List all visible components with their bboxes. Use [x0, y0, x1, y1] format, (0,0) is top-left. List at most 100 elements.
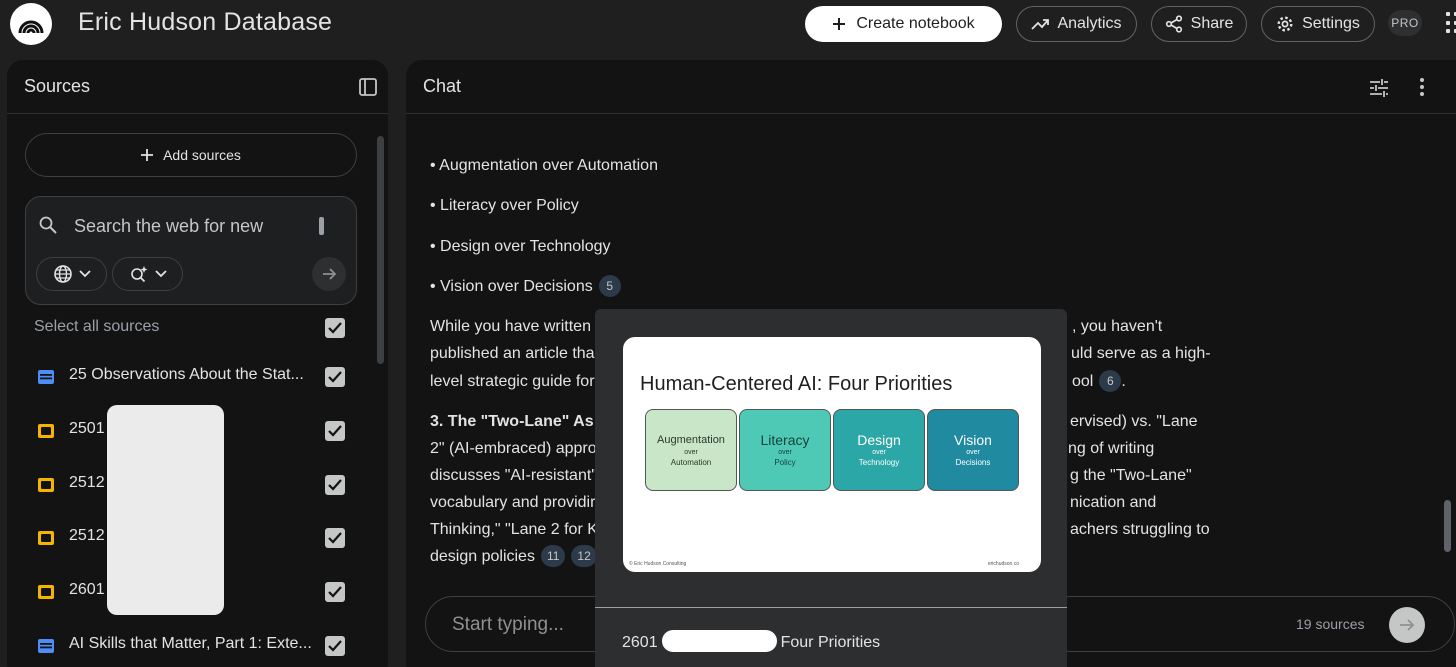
gear-icon [1277, 16, 1293, 32]
card-main-label: Literacy [760, 432, 810, 448]
sources-panel: Sources Add sources Select all sources [7, 60, 388, 667]
arrow-right-icon [1400, 619, 1415, 631]
globe-icon [53, 265, 72, 283]
source-count: 19 sources [1296, 616, 1365, 632]
response-paragraph-line: g the "Two-Lane" [1070, 467, 1192, 484]
research-mode-dropdown[interactable] [112, 257, 183, 291]
notebook-title[interactable]: Eric Hudson Database [78, 8, 332, 37]
chat-title: Chat [423, 76, 462, 96]
source-item[interactable]: 25 Observations About the Stat... [7, 352, 367, 402]
search-icon [39, 216, 57, 234]
plus-icon [833, 18, 846, 30]
slides-icon [38, 585, 54, 600]
analytics-label: Analytics [1057, 15, 1122, 32]
notebooklm-logo-icon[interactable] [10, 3, 52, 45]
chevron-down-icon [154, 270, 167, 278]
card-main-label: Vision [954, 432, 992, 448]
response-paragraph-line: ervised) vs. "Lane [1070, 413, 1198, 430]
redaction-overlay [107, 405, 224, 615]
create-notebook-button[interactable]: Create notebook [805, 6, 1002, 42]
source-checkbox[interactable] [325, 420, 345, 441]
web-source-dropdown[interactable] [36, 257, 107, 291]
source-checkbox[interactable] [325, 367, 345, 387]
apps-grid-icon[interactable] [1446, 12, 1456, 36]
response-paragraph-line: While you have written a [430, 318, 605, 335]
citation-badge[interactable]: 12 [571, 545, 597, 567]
card-main-label: Design [857, 432, 901, 448]
input-scroll-indicator [319, 217, 324, 235]
response-paragraph-line: design policies 11 12 [430, 543, 597, 570]
response-paragraph-line: achers struggling to [1070, 521, 1210, 538]
source-checkbox[interactable] [325, 474, 345, 495]
settings-button[interactable]: Settings [1261, 6, 1375, 42]
source-item-label: AI Skills that Matter, Part 1: Exte... [69, 635, 312, 652]
card-sub-label: Policy [774, 458, 796, 467]
source-item-label: 25 Observations About the Stat... [69, 366, 304, 383]
chevron-down-icon [78, 270, 91, 278]
checkmark-icon [328, 640, 342, 652]
citation-preview-popup: Human-Centered AI: Four Priorities Augme… [595, 309, 1067, 667]
web-search-input[interactable] [74, 211, 314, 241]
source-checkbox[interactable] [325, 636, 345, 656]
bullet-item: • Literacy over Policy [430, 197, 579, 214]
response-paragraph-line: level strategic guide for [430, 373, 595, 390]
tune-icon[interactable] [1368, 77, 1390, 99]
more-vert-icon[interactable] [1418, 77, 1426, 97]
share-button[interactable]: Share [1151, 6, 1247, 42]
send-button[interactable] [1389, 607, 1425, 643]
checkmark-icon [328, 478, 342, 491]
checkmark-icon [328, 586, 342, 598]
response-paragraph-line: uld serve as a high- [1071, 345, 1211, 362]
slides-icon [38, 423, 54, 438]
response-paragraph-line: , you haven't [1072, 318, 1163, 335]
citation-badge[interactable]: 5 [598, 275, 621, 297]
priority-card: Vision over Decisions [927, 409, 1019, 491]
arrow-right-icon [323, 268, 337, 280]
slide-footer-right: erichudson.co [987, 561, 1019, 567]
web-doc-icon [38, 370, 54, 384]
select-all-checkbox[interactable] [325, 318, 345, 338]
top-bar: Eric Hudson Database Create notebook Ana… [0, 0, 1456, 48]
slides-icon [38, 477, 54, 492]
card-over-label: over [966, 449, 980, 456]
response-paragraph-line: ool 6. [1072, 368, 1126, 395]
analytics-button[interactable]: Analytics [1016, 6, 1137, 42]
citation-badge[interactable]: 11 [540, 545, 566, 567]
source-checkbox[interactable] [325, 528, 345, 549]
add-sources-label: Add sources [163, 147, 241, 163]
checkmark-icon [328, 532, 342, 544]
source-item[interactable]: AI Skills that Matter, Part 1: Exte... [7, 621, 367, 667]
priority-card: Design over Technology [833, 409, 925, 491]
bullet-item: • Design over Technology [430, 238, 611, 255]
priority-card: Literacy over Policy [739, 409, 831, 491]
plus-icon [141, 149, 154, 161]
checkmark-icon [328, 425, 342, 437]
bullet-item: • Augmentation over Automation [430, 157, 658, 174]
select-all-label: Select all sources [34, 318, 160, 335]
source-checkbox[interactable] [325, 582, 345, 603]
card-sub-label: Decisions [955, 458, 991, 467]
search-submit-button[interactable] [312, 257, 346, 291]
collapse-panel-icon[interactable] [358, 77, 378, 97]
sources-scrollbar[interactable] [377, 136, 384, 364]
response-paragraph-line: published an article tha [430, 345, 595, 362]
citation-badge[interactable]: 6 [1099, 370, 1122, 392]
add-sources-button[interactable]: Add sources [25, 133, 357, 177]
slides-icon [38, 531, 54, 546]
pro-badge: PRO [1388, 10, 1422, 36]
share-label: Share [1190, 15, 1234, 32]
slide-thumbnail: Human-Centered AI: Four Priorities Augme… [623, 337, 1041, 572]
card-main-label: Augmentation [657, 434, 725, 446]
response-paragraph-line: ng of writing [1068, 440, 1155, 457]
card-over-label: over [778, 449, 792, 456]
card-over-label: over [684, 449, 698, 456]
sparkle-search-icon [130, 266, 147, 283]
card-sub-label: Automation [670, 458, 712, 467]
share-icon [1165, 15, 1182, 33]
chat-scrollbar[interactable] [1444, 500, 1451, 552]
response-heading: 3. The "Two-Lane" As [430, 413, 594, 430]
web-doc-icon [38, 639, 54, 653]
priority-card: Augmentation over Automation [645, 409, 737, 491]
settings-label: Settings [1302, 15, 1360, 32]
popup-caption: 2601 Four Priorities [622, 630, 880, 652]
